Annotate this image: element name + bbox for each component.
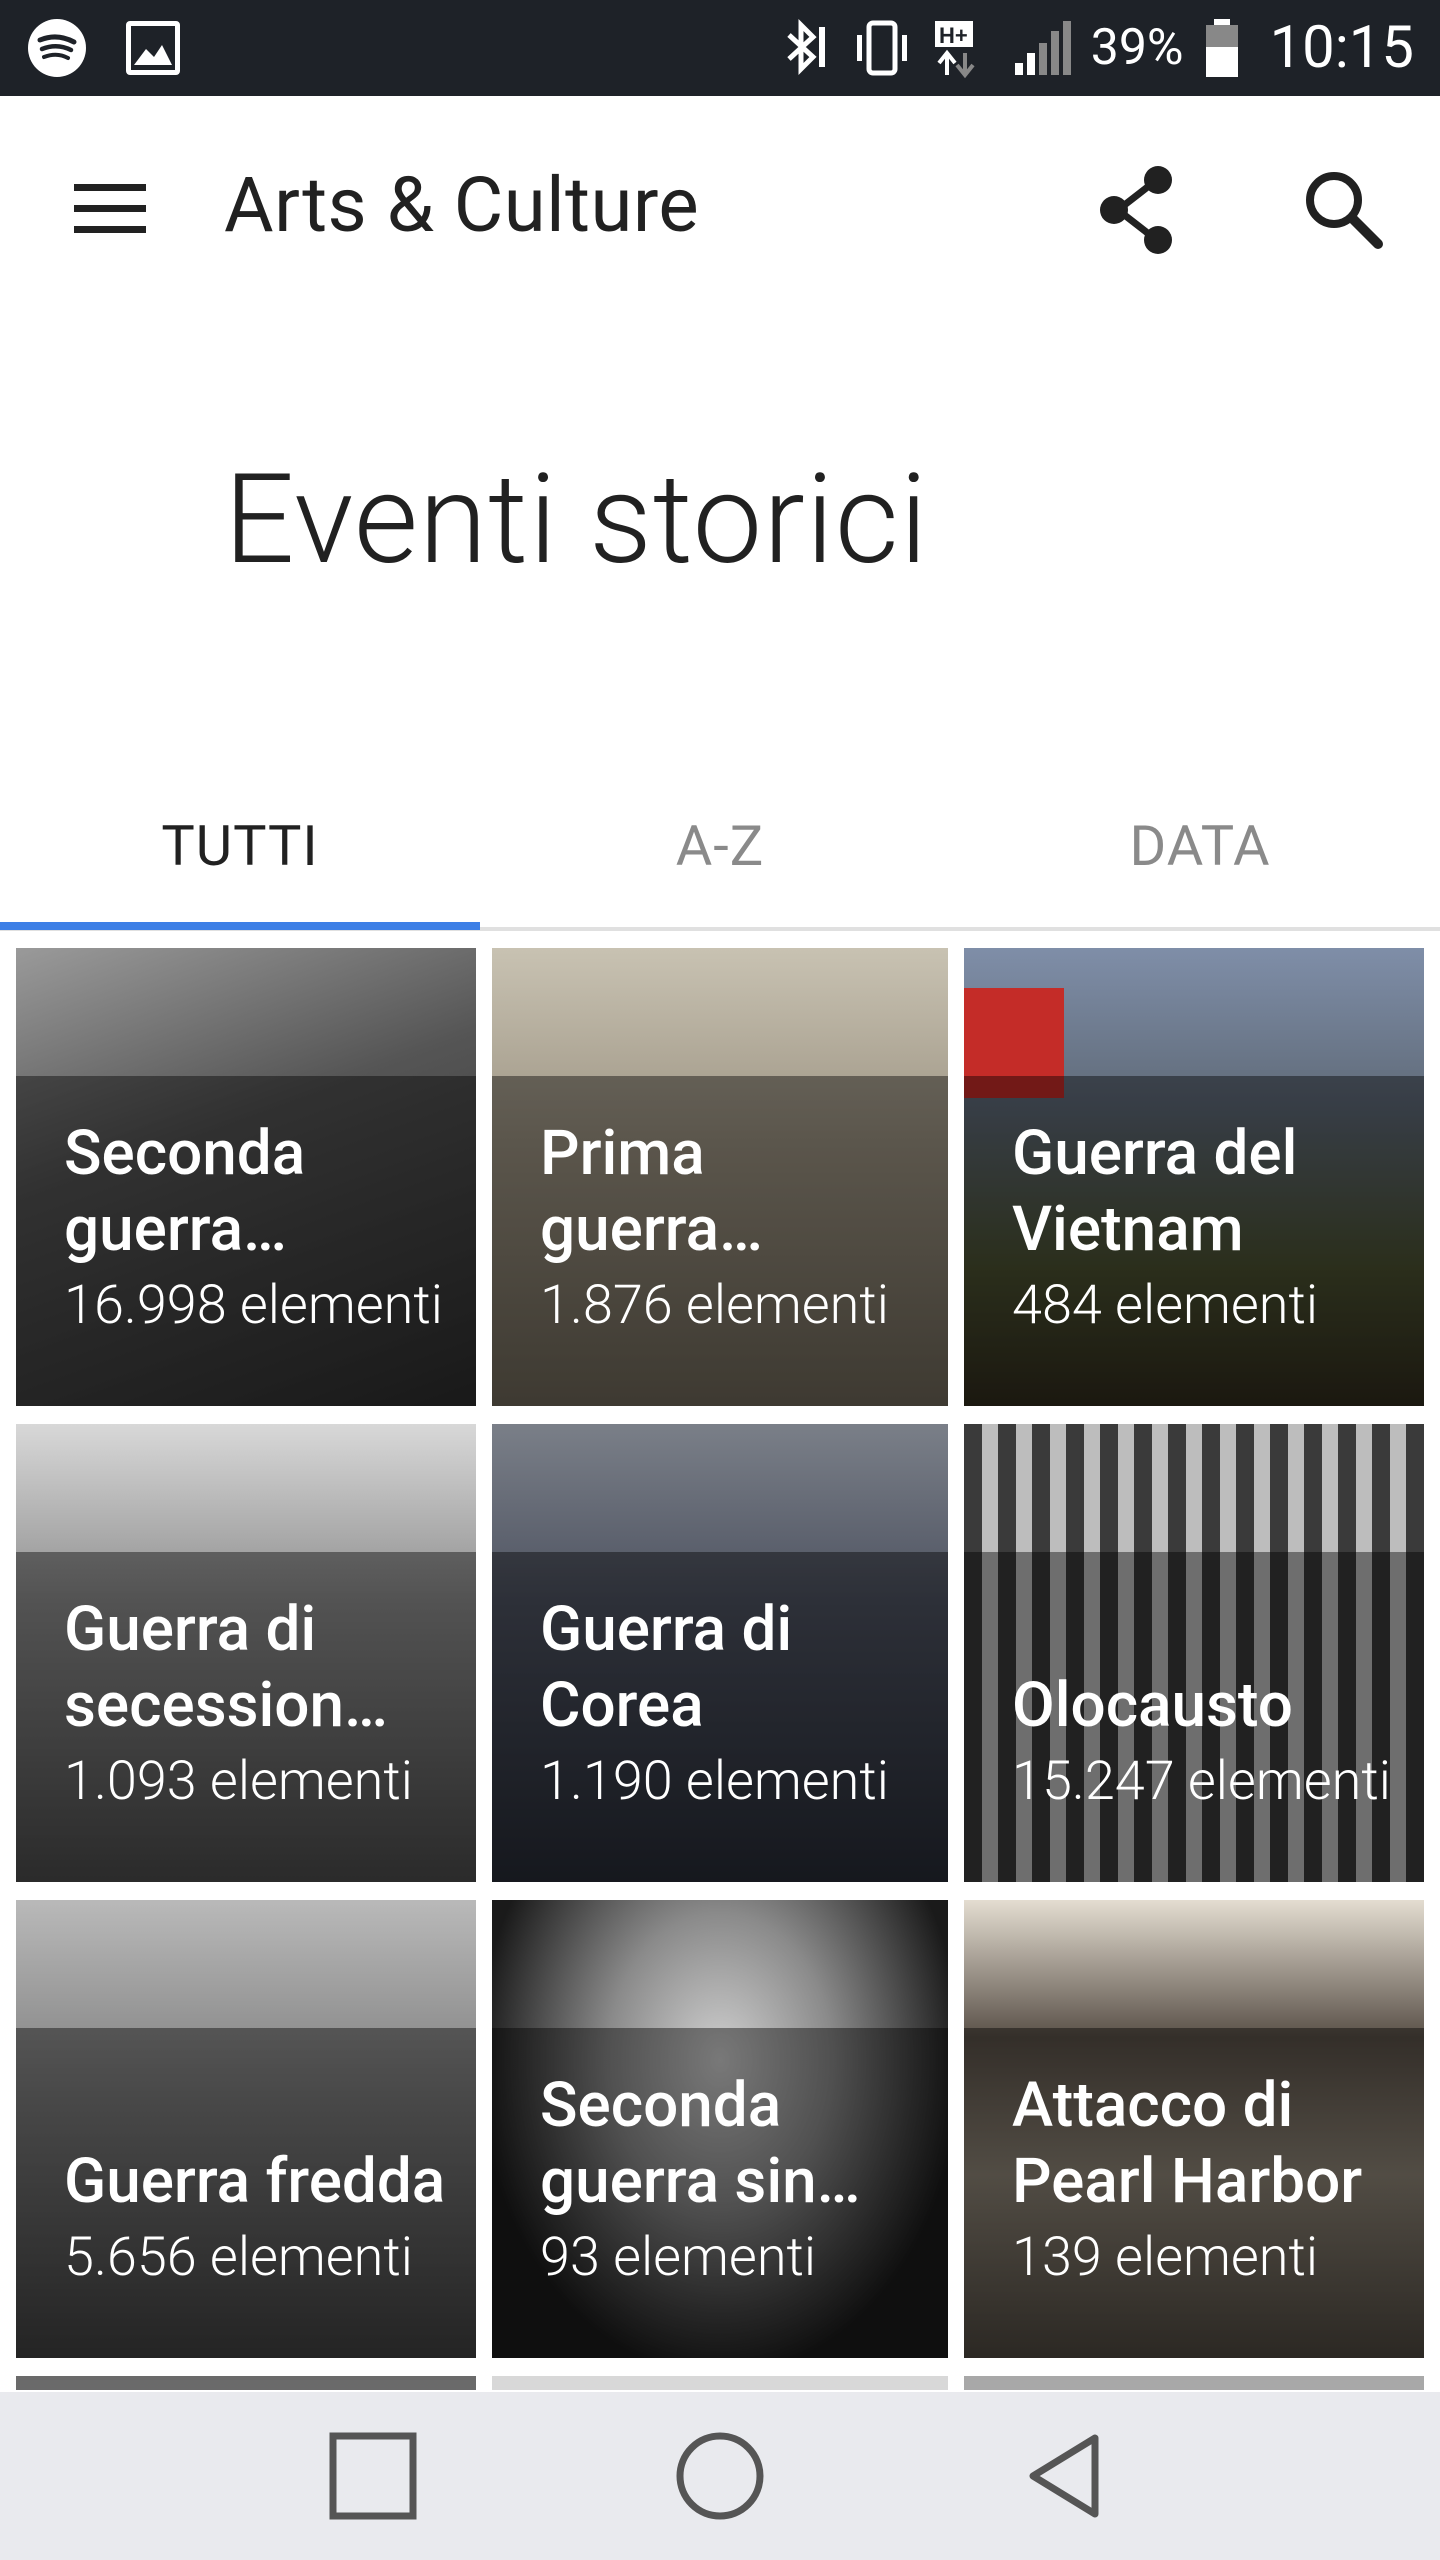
tile-count: 1.190 elementi: [540, 1750, 889, 1813]
tile-caption: Seconda guerra… 16.998 elementi: [64, 1116, 456, 1344]
event-tile[interactable]: Attacco di Pearl Harbor 139 elementi: [964, 1900, 1424, 2358]
event-tile[interactable]: Prima guerra… 1.876 elementi: [492, 948, 948, 1406]
tile-title: Guerra di Corea: [540, 1593, 793, 1742]
vibrate-icon: [856, 20, 907, 76]
app-bar: Arts & Culture: [0, 96, 1440, 320]
tab-data[interactable]: DATA: [960, 760, 1440, 932]
tile-count: 16.998 elementi: [64, 1274, 443, 1337]
event-tile[interactable]: Guerra di Corea 1.190 elementi: [492, 1424, 948, 1882]
event-tile[interactable]: Guerra fredda 5.656 elementi: [16, 1900, 476, 2358]
event-tile-partial[interactable]: [16, 2376, 476, 2390]
share-icon[interactable]: [1090, 162, 1186, 258]
tile-title: Seconda guerra…: [64, 1117, 306, 1266]
tile-caption: Attacco di Pearl Harbor 139 elementi: [1012, 2068, 1404, 2296]
svg-text:H+: H+: [939, 23, 968, 48]
tab-active-indicator: [0, 922, 480, 930]
home-circle-icon[interactable]: [670, 2426, 770, 2526]
search-icon[interactable]: [1300, 166, 1386, 252]
tile-count: 139 elementi: [1012, 2226, 1318, 2289]
tile-count: 5.656 elementi: [64, 2226, 413, 2289]
tile-title: Attacco di Pearl Harbor: [1012, 2069, 1363, 2218]
menu-icon[interactable]: [70, 174, 150, 244]
battery-icon: [1205, 19, 1238, 77]
event-tile[interactable]: Seconda guerra… 16.998 elementi: [16, 948, 476, 1406]
app-title: Arts & Culture: [224, 160, 700, 250]
tile-count: 93 elementi: [540, 2226, 817, 2289]
signal-icon: [1014, 21, 1071, 75]
tile-title: Prima guerra…: [540, 1117, 763, 1266]
tile-title: Seconda guerra sin…: [540, 2069, 861, 2218]
tile-count: 484 elementi: [1012, 1274, 1318, 1337]
status-bar: H+ 39% 10:15: [0, 0, 1440, 96]
tab-bar: TUTTI A-Z DATA: [0, 760, 1440, 932]
event-tile[interactable]: Olocausto 15.247 elementi: [964, 1424, 1424, 1882]
tile-title: Olocausto: [1012, 1669, 1293, 1742]
tab-a-z[interactable]: A-Z: [480, 760, 960, 932]
tile-caption: Prima guerra… 1.876 elementi: [540, 1116, 928, 1344]
tile-count: 15.247 elementi: [1012, 1750, 1391, 1813]
recents-square-icon[interactable]: [323, 2426, 423, 2526]
gallery-icon: [126, 21, 180, 75]
event-tile[interactable]: Seconda guerra sin… 93 elementi: [492, 1900, 948, 2358]
events-grid: Seconda guerra… 16.998 elementi Prima gu…: [0, 930, 1440, 2390]
tile-caption: Guerra di secession… 1.093 elementi: [64, 1592, 456, 1820]
spotify-icon: [28, 19, 86, 77]
tile-caption: Guerra di Corea 1.190 elementi: [540, 1592, 928, 1820]
event-tile[interactable]: Guerra del Vietnam 484 elementi: [964, 948, 1424, 1406]
event-tile[interactable]: Guerra di secession… 1.093 elementi: [16, 1424, 476, 1882]
tile-caption: Olocausto 15.247 elementi: [1012, 1668, 1404, 1820]
hplus-data-icon: H+: [934, 21, 975, 79]
tile-title: Guerra del Vietnam: [1012, 1117, 1298, 1266]
tile-count: 1.093 elementi: [64, 1750, 413, 1813]
system-nav-bar: [0, 2392, 1440, 2560]
event-tile-partial[interactable]: [964, 2376, 1424, 2390]
tile-title: Guerra fredda: [64, 2145, 446, 2218]
bluetooth-icon: [787, 18, 825, 76]
page-title: Eventi storici: [224, 448, 929, 593]
status-right: H+ 39% 10:15: [771, 14, 1414, 82]
battery-percent: 39%: [1090, 19, 1184, 77]
tab-tutti[interactable]: TUTTI: [0, 760, 480, 932]
tile-title: Guerra di secession…: [64, 1593, 388, 1742]
status-left: [26, 17, 184, 79]
event-tile-partial[interactable]: [492, 2376, 948, 2390]
back-triangle-icon[interactable]: [1017, 2426, 1117, 2526]
tile-count: 1.876 elementi: [540, 1274, 889, 1337]
tile-caption: Guerra del Vietnam 484 elementi: [1012, 1116, 1404, 1344]
status-clock: 10:15: [1269, 14, 1414, 82]
tile-caption: Guerra fredda 5.656 elementi: [64, 2144, 456, 2296]
tile-caption: Seconda guerra sin… 93 elementi: [540, 2068, 928, 2296]
